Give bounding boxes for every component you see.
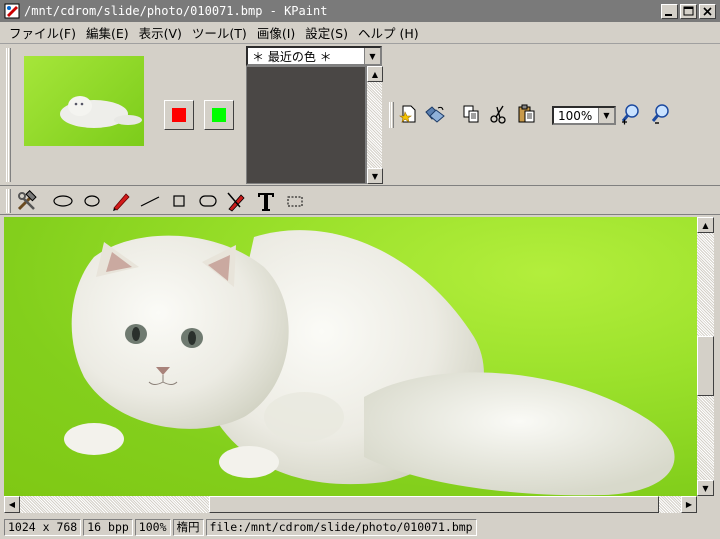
new-file-icon (399, 105, 416, 123)
status-bar: 1024 x 768 16 bpp 100% 楕円 file:/mnt/cdro… (0, 516, 720, 539)
menu-edit[interactable]: 編集(E) (81, 23, 134, 42)
horizontal-scroll-thumb[interactable] (209, 496, 659, 513)
canvas-horizontal-scrollbar[interactable]: ◀ ▶ (4, 496, 697, 513)
recent-colors-label: ＊ 最近の色 ＊ (252, 49, 332, 64)
tool-pen-button[interactable] (110, 190, 132, 212)
kpaint-app-icon[interactable] (4, 3, 20, 19)
new-file-button[interactable] (398, 103, 420, 125)
image-thumbnail[interactable] (24, 56, 144, 146)
menu-bar: ファイル(F) 編集(E) 表示(V) ツール(T) 画像(I) 設定(S) ヘ… (0, 22, 720, 44)
text-icon (258, 193, 274, 211)
menu-settings[interactable]: 設定(S) (300, 23, 353, 42)
zoom-out-icon (651, 104, 669, 124)
menu-file[interactable]: ファイル(F) (4, 23, 81, 42)
pen-icon (113, 193, 130, 211)
selection-icon (287, 196, 303, 207)
line-icon (140, 196, 160, 207)
menu-tools[interactable]: ツール(T) (187, 23, 252, 42)
tool-text-button[interactable] (255, 190, 277, 212)
tool-rectangle-button[interactable] (168, 190, 190, 212)
tool-ellipse-button[interactable] (52, 190, 74, 212)
status-input-mode: 楕円 (172, 519, 204, 536)
thumbnail-cat-image (60, 96, 142, 128)
menu-view[interactable]: 表示(V) (134, 23, 187, 42)
paste-button[interactable] (516, 103, 538, 125)
spraycan-icon (227, 192, 245, 212)
close-button[interactable] (699, 3, 716, 19)
status-depth: 16 bpp (83, 519, 133, 536)
title-bar: /mnt/cdrom/slide/photo/010071.bmp - KPai… (0, 0, 720, 22)
maximize-button[interactable] (680, 3, 697, 19)
tool-rounded-rectangle-button[interactable] (197, 190, 219, 212)
window-title: /mnt/cdrom/slide/photo/010071.bmp - KPai… (24, 4, 328, 18)
zoom-value: 100% (558, 108, 593, 123)
canvas-vertical-scrollbar[interactable]: ▲ ▼ (697, 217, 714, 496)
status-file-path: file:/mnt/cdrom/slide/photo/010071.bmp (205, 519, 477, 536)
right-color-button[interactable] (204, 100, 234, 130)
chevron-down-icon[interactable]: ▼ (598, 108, 614, 123)
close-icon (703, 6, 712, 16)
left-color-button[interactable] (164, 100, 194, 130)
scroll-up-button[interactable]: ▲ (697, 217, 714, 233)
tool-selection-button[interactable] (284, 190, 306, 212)
recent-colors-scrollbar[interactable]: ▲ ▼ (366, 66, 383, 184)
copy-button[interactable] (460, 103, 482, 125)
status-zoom: 100% (134, 519, 171, 536)
open-folder-icon (425, 106, 445, 123)
scroll-down-button[interactable]: ▼ (367, 168, 383, 184)
tool-spray-button[interactable] (226, 190, 248, 212)
cat-photo-image (64, 230, 675, 496)
palette-toolbar-handle[interactable] (6, 48, 11, 182)
status-dimensions: 1024 x 768 (4, 519, 82, 536)
recent-colors-list[interactable] (246, 66, 366, 184)
menu-help[interactable]: ヘルプ (H) (353, 23, 424, 42)
ellipse-icon (84, 195, 100, 207)
left-color-swatch (172, 108, 186, 122)
hammer-wrench-icon (17, 190, 37, 211)
minimize-icon (665, 13, 672, 16)
right-color-swatch (212, 108, 226, 122)
rounded-rectangle-icon (199, 195, 217, 207)
scroll-right-button[interactable]: ▶ (681, 496, 697, 513)
zoom-in-icon (621, 104, 639, 125)
minimize-button[interactable] (661, 3, 678, 19)
tools-toolbar-handle[interactable] (6, 189, 11, 213)
cut-button[interactable] (488, 103, 510, 125)
scissors-icon (490, 105, 506, 124)
chevron-down-icon[interactable]: ▼ (364, 48, 380, 64)
scroll-left-button[interactable]: ◀ (4, 496, 20, 513)
tools-toolbar (0, 187, 720, 215)
paste-icon (518, 104, 535, 123)
zoom-combo[interactable]: 100% ▼ (552, 106, 616, 125)
zoom-out-button[interactable] (650, 103, 672, 125)
tool-circle-button[interactable] (81, 190, 103, 212)
scroll-down-button[interactable]: ▼ (697, 480, 714, 496)
recent-colors-combo[interactable]: ＊ 最近の色 ＊ ▼ (246, 46, 382, 66)
vertical-scroll-thumb[interactable] (697, 336, 714, 396)
maximize-icon (683, 6, 694, 15)
ellipse-outline-icon (53, 195, 73, 207)
scroll-up-button[interactable]: ▲ (367, 66, 383, 82)
zoom-in-button[interactable] (620, 103, 642, 125)
open-file-button[interactable] (424, 103, 446, 125)
copy-icon (463, 105, 479, 123)
tool-properties-button[interactable] (16, 190, 38, 212)
drawing-canvas[interactable] (4, 217, 697, 496)
main-toolbar-handle[interactable] (389, 102, 394, 128)
menu-image[interactable]: 画像(I) (252, 23, 300, 42)
rectangle-icon (173, 195, 185, 207)
toolbar-area: ＊ 最近の色 ＊ ▼ ▲ ▼ 100% ▼ (0, 44, 720, 186)
tool-line-button[interactable] (139, 190, 161, 212)
